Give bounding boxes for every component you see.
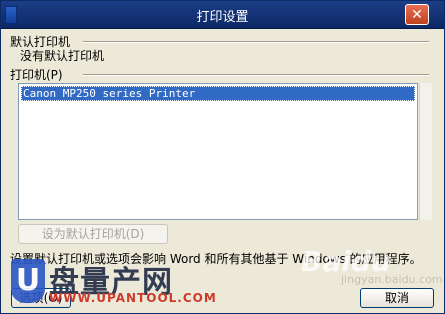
separator-default [83, 41, 429, 43]
close-icon: ✕ [411, 7, 423, 23]
site-watermark: U 盘量产网 WWW.UPANTOOL.COM [7, 255, 217, 311]
upan-logo-icon: U [11, 259, 45, 303]
baidu-url: jingyan.baidu.com [341, 273, 443, 286]
default-printer-value: 没有默认打印机 [20, 49, 105, 63]
title-bar[interactable]: 打印设置 ✕ [1, 1, 444, 29]
list-item-printer[interactable]: Canon MP250 series Printer [21, 86, 415, 101]
print-settings-dialog: 打印设置 ✕ 默认打印机 没有默认打印机 打印机(P) Canon MP250 … [0, 0, 445, 314]
watermark-site-url: WWW.UPANTOOL.COM [49, 291, 217, 305]
printer-list-scrollbar[interactable] [419, 83, 432, 220]
baidu-watermark: Baidu jingyan.baidu.com [301, 239, 443, 299]
printer-list[interactable]: Canon MP250 series Printer [18, 83, 418, 220]
dialog-title: 打印设置 [196, 10, 249, 25]
separator-printers [83, 74, 429, 76]
close-button[interactable]: ✕ [405, 4, 429, 25]
set-default-printer-button[interactable]: 设为默认打印机(D) [18, 224, 168, 244]
printer-list-label: 打印机(P) [10, 68, 63, 82]
